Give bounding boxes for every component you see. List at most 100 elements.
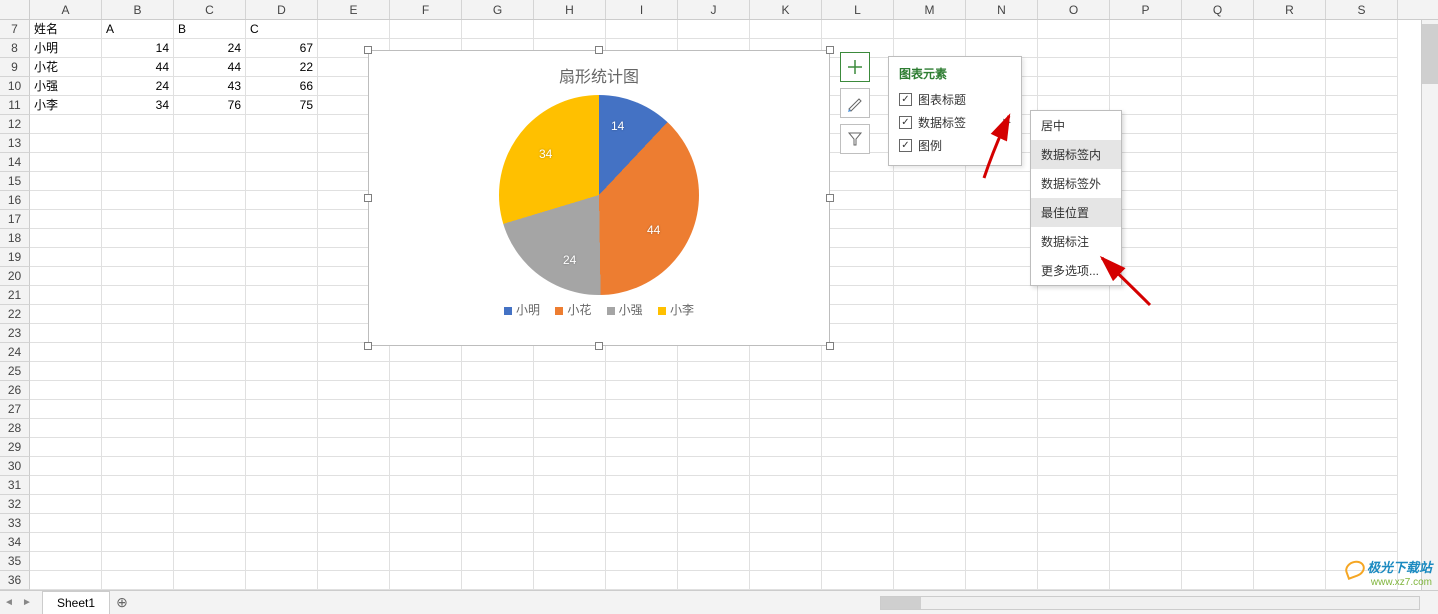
cell[interactable]: [1326, 286, 1398, 305]
cell[interactable]: [318, 495, 390, 514]
resize-handle[interactable]: [826, 46, 834, 54]
cell[interactable]: [30, 134, 102, 153]
cell[interactable]: [1182, 362, 1254, 381]
pie-slices[interactable]: [499, 95, 699, 295]
cell[interactable]: [1254, 514, 1326, 533]
cell[interactable]: [606, 571, 678, 590]
cell[interactable]: [102, 115, 174, 134]
cell[interactable]: [1038, 552, 1110, 571]
cell[interactable]: [750, 400, 822, 419]
cell[interactable]: [1254, 286, 1326, 305]
cell[interactable]: [966, 457, 1038, 476]
cell[interactable]: [1110, 324, 1182, 343]
row-header[interactable]: 35: [0, 552, 30, 571]
cell[interactable]: [390, 20, 462, 39]
cell[interactable]: [1326, 39, 1398, 58]
cell[interactable]: [174, 210, 246, 229]
legend-item[interactable]: 小明: [504, 301, 540, 318]
pie-plot-area[interactable]: 14 44 24 34: [499, 95, 699, 295]
cell[interactable]: [822, 552, 894, 571]
cell[interactable]: [894, 248, 966, 267]
cell[interactable]: 小强: [30, 77, 102, 96]
cell[interactable]: [102, 457, 174, 476]
cell[interactable]: 22: [246, 58, 318, 77]
cell[interactable]: [1110, 457, 1182, 476]
cell[interactable]: [30, 514, 102, 533]
resize-handle[interactable]: [595, 46, 603, 54]
cell[interactable]: [1254, 267, 1326, 286]
cell[interactable]: [1182, 20, 1254, 39]
cell[interactable]: [246, 495, 318, 514]
cell[interactable]: [822, 286, 894, 305]
cell[interactable]: [894, 191, 966, 210]
cell[interactable]: [1182, 457, 1254, 476]
cell[interactable]: [678, 514, 750, 533]
column-header[interactable]: G: [462, 0, 534, 19]
row-header[interactable]: 23: [0, 324, 30, 343]
cell[interactable]: [750, 514, 822, 533]
cell[interactable]: 43: [174, 77, 246, 96]
cell[interactable]: [606, 552, 678, 571]
cell[interactable]: [1254, 552, 1326, 571]
cell[interactable]: [462, 514, 534, 533]
legend-item[interactable]: 小李: [658, 301, 694, 318]
cell[interactable]: [174, 229, 246, 248]
cell[interactable]: [102, 286, 174, 305]
cell[interactable]: [246, 419, 318, 438]
cell[interactable]: [318, 457, 390, 476]
cell[interactable]: [390, 514, 462, 533]
cell[interactable]: [966, 571, 1038, 590]
chart-element-option[interactable]: 数据标签▶: [899, 111, 1011, 134]
cell[interactable]: [1110, 476, 1182, 495]
cell[interactable]: [822, 172, 894, 191]
cell[interactable]: [534, 400, 606, 419]
submenu-item[interactable]: 数据标签外: [1031, 169, 1121, 198]
cell[interactable]: [1254, 324, 1326, 343]
cell[interactable]: [246, 115, 318, 134]
cell[interactable]: [894, 20, 966, 39]
row-header[interactable]: 24: [0, 343, 30, 362]
cell[interactable]: [1182, 324, 1254, 343]
cell[interactable]: [1254, 115, 1326, 134]
cell[interactable]: [1326, 419, 1398, 438]
cell[interactable]: 小明: [30, 39, 102, 58]
cell[interactable]: [462, 381, 534, 400]
cell[interactable]: 67: [246, 39, 318, 58]
cell[interactable]: [30, 381, 102, 400]
legend-item[interactable]: 小花: [555, 301, 591, 318]
cell[interactable]: [678, 552, 750, 571]
cell[interactable]: [1326, 210, 1398, 229]
cell[interactable]: [1254, 210, 1326, 229]
submenu-item[interactable]: 更多选项...: [1031, 256, 1121, 285]
cell[interactable]: [30, 457, 102, 476]
submenu-item[interactable]: 数据标签内: [1031, 140, 1121, 169]
cell[interactable]: [102, 248, 174, 267]
cell[interactable]: [822, 533, 894, 552]
cell[interactable]: [102, 514, 174, 533]
cell[interactable]: [1038, 438, 1110, 457]
cell[interactable]: [750, 438, 822, 457]
cell[interactable]: [894, 267, 966, 286]
row-header[interactable]: 14: [0, 153, 30, 172]
cell[interactable]: [822, 438, 894, 457]
cell[interactable]: [1254, 419, 1326, 438]
cell[interactable]: [1110, 381, 1182, 400]
chart-legend[interactable]: 小明 小花 小强 小李: [369, 301, 829, 318]
vertical-scroll-thumb[interactable]: [1422, 24, 1438, 84]
cell[interactable]: [102, 476, 174, 495]
cell[interactable]: [1182, 305, 1254, 324]
cell[interactable]: [102, 495, 174, 514]
cell[interactable]: [1254, 96, 1326, 115]
cell[interactable]: [966, 343, 1038, 362]
cell[interactable]: [678, 362, 750, 381]
cell[interactable]: [1038, 324, 1110, 343]
cell[interactable]: [30, 419, 102, 438]
submenu-item[interactable]: 最佳位置: [1031, 198, 1121, 227]
cell[interactable]: [246, 286, 318, 305]
column-header[interactable]: J: [678, 0, 750, 19]
cell[interactable]: [246, 438, 318, 457]
cell[interactable]: [318, 438, 390, 457]
cell[interactable]: [1038, 58, 1110, 77]
cell[interactable]: [102, 571, 174, 590]
cell[interactable]: B: [174, 20, 246, 39]
